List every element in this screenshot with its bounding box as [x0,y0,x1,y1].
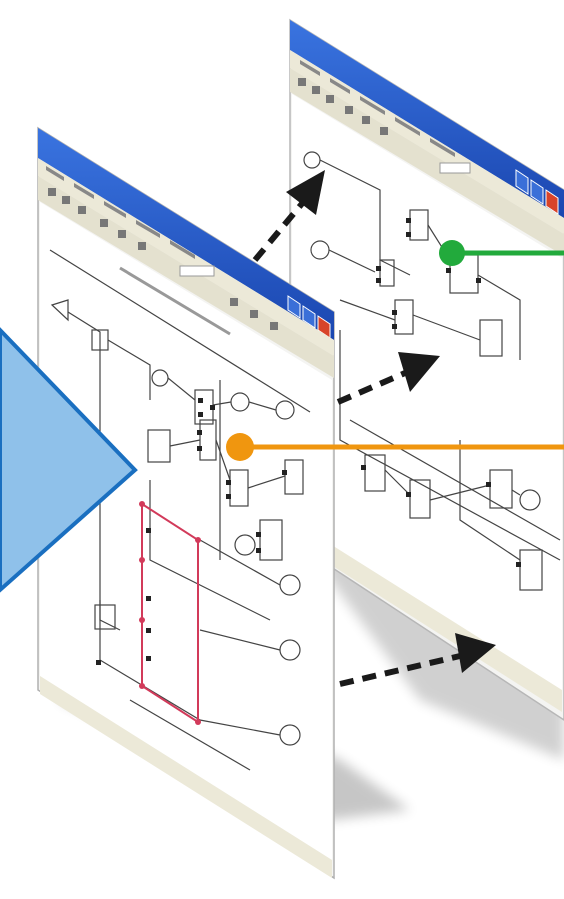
layered-model-illustration [0,18,564,880]
green-callout-dot [439,240,465,266]
orange-callout-dot [226,433,254,461]
